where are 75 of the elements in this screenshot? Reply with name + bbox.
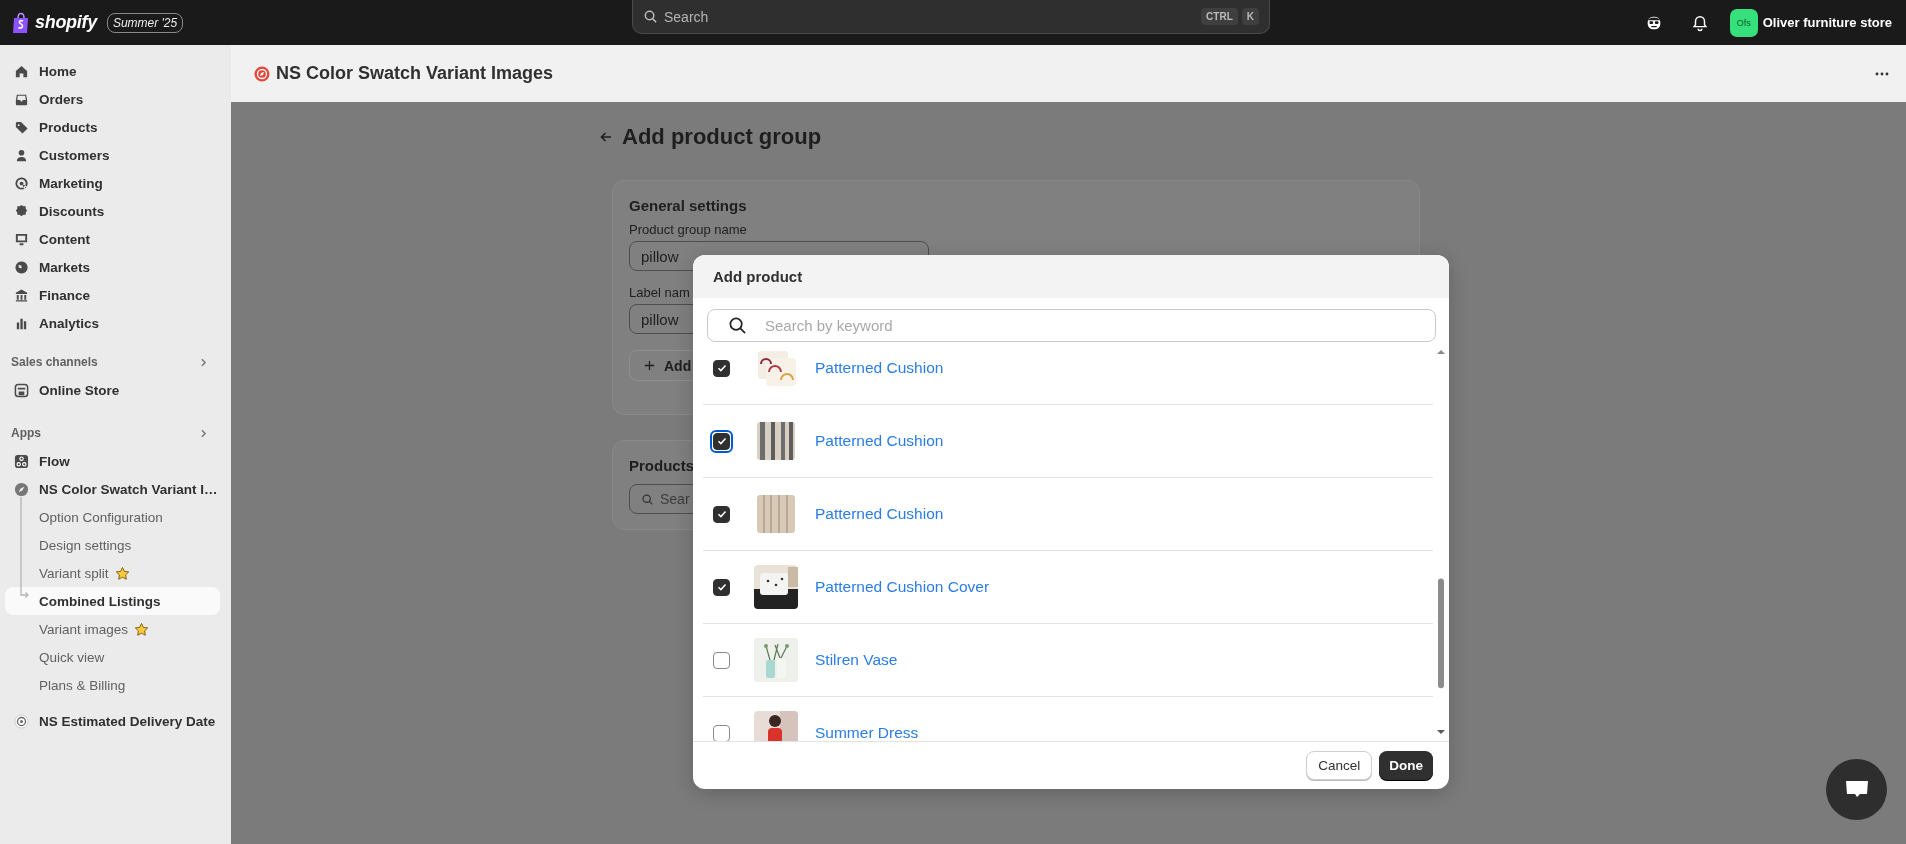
checkbox[interactable] <box>713 651 730 669</box>
target-icon <box>14 175 29 191</box>
search-field[interactable]: Search CTRL K <box>632 0 1270 34</box>
page-title: Add product group <box>622 124 822 150</box>
target-icon <box>14 713 29 729</box>
product-link[interactable]: Patterned Cushion Cover <box>815 578 990 596</box>
checkbox[interactable] <box>713 724 730 741</box>
product-row[interactable]: Patterned Cushion Cover <box>703 551 1433 624</box>
sub-nav-item[interactable]: Variant split <box>5 559 220 587</box>
badge-icon <box>14 203 29 219</box>
app-title: NS Color Swatch Variant Images <box>276 63 554 84</box>
store-avatar[interactable]: Ofs <box>1729 8 1758 37</box>
nav-item[interactable]: Marketing <box>0 169 231 197</box>
field-label: Label nam <box>629 285 691 300</box>
search-placeholder: Search <box>664 8 710 25</box>
product-link[interactable]: Patterned Cushion <box>815 432 944 450</box>
cancel-button[interactable]: Cancel <box>1306 751 1373 780</box>
bell-icon[interactable] <box>1690 13 1709 32</box>
nav-item[interactable]: Home <box>0 57 231 85</box>
nav-item[interactable]: NS Color Swatch Variant I… <box>0 475 231 503</box>
store-name[interactable]: Oliver furniture store <box>1762 15 1892 30</box>
bank-icon <box>14 287 29 303</box>
logo-text: shopify <box>35 12 97 33</box>
section-heading: Apps <box>11 426 41 440</box>
search-icon <box>641 492 654 506</box>
sub-nav-item[interactable]: Design settings <box>5 531 220 559</box>
product-link[interactable]: Stilren Vase <box>815 651 898 669</box>
nav-item[interactable]: Discounts <box>0 197 231 225</box>
nav-item[interactable]: Customers <box>0 141 231 169</box>
nav-item[interactable]: NS Estimated Delivery Date <box>0 707 231 735</box>
sub-nav-item[interactable]: Plans & Billing <box>5 671 220 699</box>
sub-nav-item[interactable]: Combined Listings <box>5 587 220 615</box>
globe-icon <box>14 259 29 275</box>
nav-item[interactable]: Content <box>0 225 231 253</box>
compass-icon <box>14 481 29 497</box>
section-heading: Sales channels <box>11 355 98 369</box>
search-placeholder: Search by keyword <box>765 317 894 334</box>
checkbox[interactable] <box>713 505 730 523</box>
card-heading: General settings <box>629 197 748 214</box>
person-icon <box>14 147 29 163</box>
shortcut-key: K <box>1241 8 1259 25</box>
sub-nav-item[interactable]: Variant images <box>5 615 220 643</box>
product-row[interactable]: Stilren Vase <box>703 624 1433 697</box>
nav-item[interactable]: Finance <box>0 281 231 309</box>
checkbox[interactable] <box>713 578 730 596</box>
shopping-bag-icon[interactable] <box>11 11 31 34</box>
nav-item[interactable]: Analytics <box>0 309 231 337</box>
nav-item[interactable]: Flow <box>0 447 231 475</box>
nav-item[interactable]: Markets <box>0 253 231 281</box>
nodes-icon <box>14 453 29 469</box>
product-row[interactable]: Patterned Cushion <box>703 478 1433 551</box>
plus-icon <box>644 360 655 371</box>
sub-nav-item[interactable]: Quick view <box>5 643 220 671</box>
checkbox[interactable] <box>713 359 730 377</box>
product-link[interactable]: Patterned Cushion <box>815 359 944 377</box>
done-button[interactable]: Done <box>1379 751 1433 780</box>
nav-item[interactable]: Orders <box>0 85 231 113</box>
home-icon <box>14 63 29 79</box>
monitor-icon <box>14 231 29 247</box>
sub-nav-item[interactable]: Option Configuration <box>5 503 220 531</box>
store-icon <box>14 382 29 398</box>
field-label: Product group name <box>629 222 748 237</box>
tag-icon <box>14 119 29 135</box>
search-icon <box>728 316 747 335</box>
nav-item[interactable]: Online Store <box>0 376 231 404</box>
edition-badge: Summer '25 <box>106 12 184 33</box>
product-link[interactable]: Patterned Cushion <box>815 505 944 523</box>
compass-icon <box>254 65 270 82</box>
product-row[interactable]: Patterned Cushion <box>703 405 1433 478</box>
card-heading: Products <box>629 457 695 474</box>
product-link[interactable]: Summer Dress <box>815 724 919 741</box>
shortcut-key: CTRL <box>1201 8 1238 25</box>
nav-item[interactable]: Products <box>0 113 231 141</box>
search-icon <box>643 9 658 24</box>
dialog-title: Add product <box>713 268 803 285</box>
